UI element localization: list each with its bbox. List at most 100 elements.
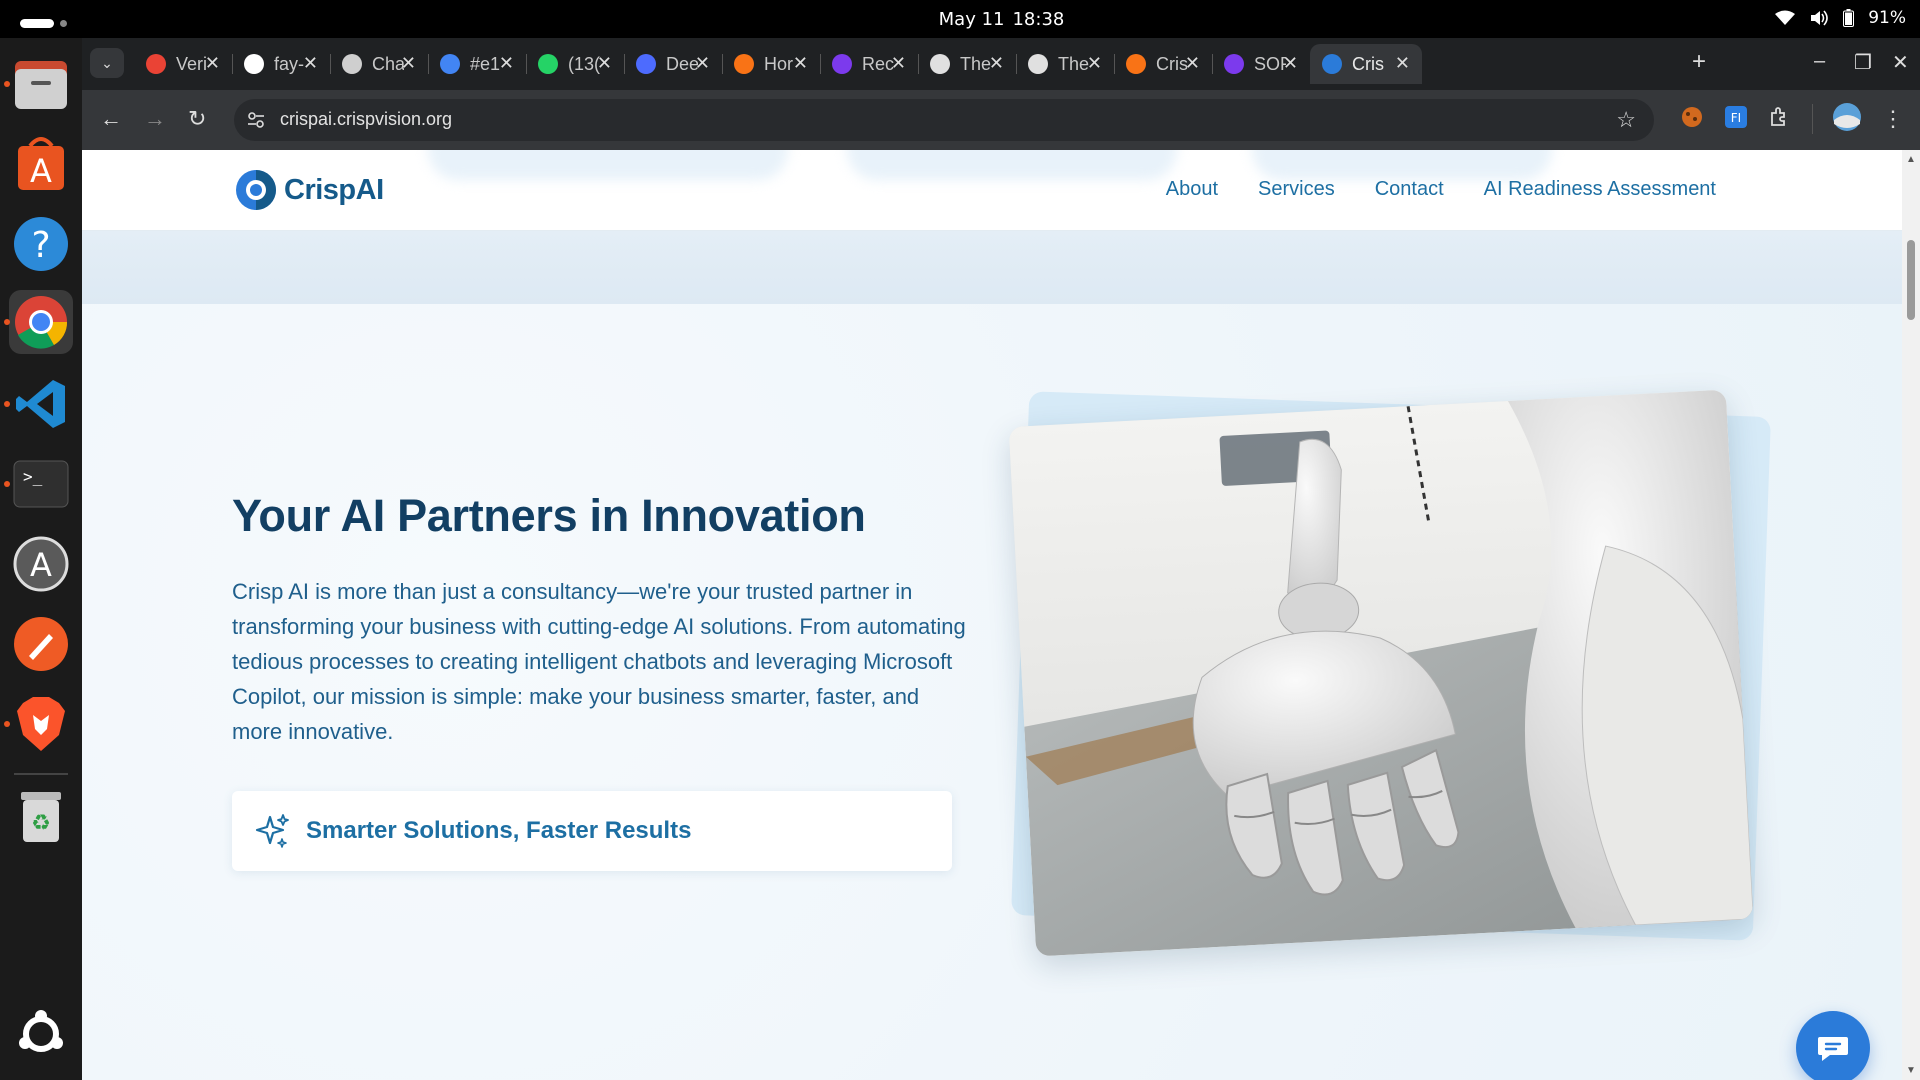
scroll-down-arrow[interactable]: ▼ [1906,1065,1916,1076]
scrollbar-thumb[interactable] [1907,240,1915,320]
tab-close-icon[interactable]: ✕ [695,53,710,74]
faded-element [428,150,788,180]
dock-brave[interactable] [4,692,73,756]
crispai-icon [1322,54,1342,74]
chat-bubble-icon [1818,1037,1848,1061]
browser-tab[interactable]: Cris ✕ [1114,44,1213,84]
tab-title: Hor [764,53,794,74]
tab-close-icon[interactable]: ✕ [205,53,220,74]
app-icon [832,54,852,74]
tab-close-icon[interactable]: ✕ [1185,53,1200,74]
tab-close-icon[interactable]: ✕ [891,53,906,74]
running-indicator [4,721,10,727]
site-nav: About Services Contact AI Readiness Asse… [1166,178,1716,201]
tab-close-icon[interactable]: ✕ [989,53,1004,74]
tab-search-button[interactable]: ⌄ [90,48,124,78]
brand-name: CrispAI [284,173,384,206]
browser-tab[interactable]: Cris ✕ [1310,44,1422,84]
browser-tab[interactable]: The ✕ [918,44,1017,84]
deepseek-icon [636,54,656,74]
tab-close-icon[interactable]: ✕ [1283,53,1298,74]
tab-close-icon[interactable]: ✕ [303,53,318,74]
dock-help[interactable]: ? [9,212,73,276]
help-icon: ? [14,217,68,271]
faded-element [1252,150,1552,180]
dock: A ? >_ A ♻ [0,38,82,1080]
restore-button[interactable]: ❐ [1854,50,1872,75]
svg-text:A: A [30,546,52,584]
reload-button[interactable]: ↻ [188,106,206,132]
dock-postman[interactable] [9,612,73,676]
dock-files[interactable] [4,52,73,116]
browser-tab[interactable]: SOF ✕ [1212,44,1311,84]
dock-trash[interactable]: ♻ [9,784,73,848]
svg-text:?: ? [31,225,50,266]
bookmark-star-icon[interactable]: ☆ [1616,107,1636,133]
tab-title: Veri [176,53,208,74]
browser-tab[interactable]: #e1 ✕ [428,44,527,84]
scroll-up-arrow[interactable]: ▲ [1906,154,1916,165]
volume-icon [1811,10,1828,26]
browser-tab[interactable]: Veri ✕ [134,44,233,84]
tab-close-icon[interactable]: ✕ [499,53,514,74]
clock[interactable]: May 11 18:38 [0,9,1920,30]
new-tab-button[interactable]: + [1692,48,1706,76]
site-info-icon[interactable] [246,110,266,130]
system-top-bar: May 11 18:38 91% [0,0,1920,38]
wifi-icon [1775,10,1796,25]
nav-ai-readiness-assessment[interactable]: AI Readiness Assessment [1484,178,1716,201]
dock-terminal[interactable]: >_ [4,452,73,516]
tab-close-icon[interactable]: ✕ [1087,53,1102,74]
dock-software-updater[interactable]: A [9,532,73,596]
close-window-button[interactable]: ✕ [1892,50,1909,75]
tab-close-icon[interactable]: ✕ [1395,53,1410,74]
dock-vscode[interactable] [4,372,73,436]
tab-title: #e1 [470,53,501,74]
extensions-puzzle-icon[interactable] [1768,105,1792,129]
terminal-icon: >_ [13,460,69,508]
browser-tab[interactable]: fay- ✕ [232,44,331,84]
browser-menu-button[interactable]: ⋮ [1882,106,1904,132]
time-label: 18:38 [1012,9,1065,30]
nav-services[interactable]: Services [1258,178,1335,201]
browser-tab[interactable]: Hor ✕ [722,44,821,84]
browser-window: ⌄ Veri ✕ fay- ✕ Cha ✕ #e1 ✕ (13(✕ Dee ✕ Hor ✕ Rec ✕ The… [82,38,1920,1080]
tab-title: (13( [568,53,600,74]
profile-avatar[interactable] [1832,102,1862,132]
app-icon [734,54,754,74]
tab-close-icon[interactable]: ✕ [597,53,612,74]
files-icon [15,61,67,109]
browser-tab[interactable]: Dee ✕ [624,44,723,84]
postman-icon [14,617,68,671]
system-tray[interactable]: 91% [1775,8,1906,28]
back-button[interactable]: ← [100,106,122,132]
forward-button[interactable]: → [144,106,166,132]
page-scrollbar[interactable]: ▲ ▼ [1902,150,1920,1080]
chat-widget-button[interactable] [1796,1011,1870,1080]
battery-icon [1843,9,1855,27]
dock-show-apps[interactable] [9,1002,73,1066]
trash-icon: ♻ [21,792,61,842]
feature-card: Smarter Solutions, Faster Results [232,791,952,871]
browser-tab[interactable]: The ✕ [1016,44,1115,84]
hero-description: Crisp AI is more than just a consultancy… [232,579,966,744]
translate-extension-icon[interactable]: FI [1724,105,1748,129]
browser-tab[interactable]: Rec ✕ [820,44,919,84]
tab-close-icon[interactable]: ✕ [793,53,808,74]
minimize-button[interactable]: – [1814,50,1825,73]
address-bar[interactable]: crispai.crispvision.org ☆ [234,99,1654,141]
site-logo[interactable]: CrispAI [234,168,384,212]
svg-text:A: A [30,152,52,190]
browser-tab[interactable]: Cha ✕ [330,44,429,84]
page-viewport: CrispAI About Services Contact AI Readin… [82,150,1902,1080]
browser-tab[interactable]: (13(✕ [526,44,625,84]
nav-contact[interactable]: Contact [1375,178,1444,201]
dock-app-center[interactable]: A [9,132,73,196]
brave-icon [17,697,65,751]
dock-chrome[interactable] [4,290,73,354]
tab-close-icon[interactable]: ✕ [401,53,416,74]
gmail-icon [146,54,166,74]
cookie-extension-icon[interactable] [1680,105,1704,129]
app-icon [1224,54,1244,74]
nav-about[interactable]: About [1166,178,1218,201]
